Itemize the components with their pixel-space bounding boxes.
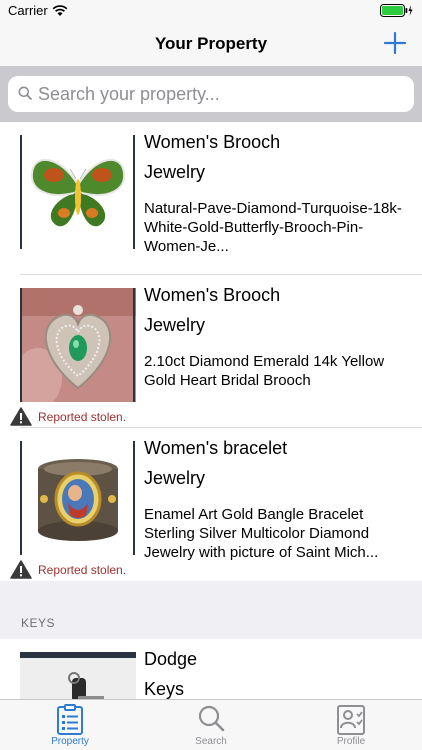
stolen-label: Reported stolen.	[38, 410, 127, 424]
item-description: Enamel Art Gold Bangle Bracelet Sterling…	[144, 506, 379, 561]
bangle-bracelet-image	[20, 441, 136, 555]
add-property-button[interactable]	[382, 30, 408, 56]
section-title: KEYS	[21, 616, 56, 630]
property-row[interactable]: Women's Brooch Jewelry Natural-Pave-Diam…	[0, 122, 422, 275]
item-title: Women's Brooch	[144, 132, 281, 152]
thumbnail-border-right	[133, 441, 135, 555]
tab-label: Property	[51, 736, 89, 747]
item-title: Dodge	[144, 649, 198, 669]
thumbnail-border-left	[20, 135, 22, 249]
carrier-label: Carrier	[8, 3, 48, 18]
tab-label: Profile	[336, 736, 366, 747]
butterfly-brooch-image	[20, 135, 136, 249]
search-field-container[interactable]	[8, 76, 414, 112]
item-category: Jewelry	[144, 315, 206, 335]
item-category: Keys	[144, 679, 185, 699]
thumbnail-border-right	[133, 288, 135, 402]
item-category: Jewelry	[144, 468, 206, 488]
thumbnail-border-left	[20, 441, 22, 555]
tab-profile[interactable]: Profile	[281, 700, 421, 750]
property-row[interactable]: Women's Brooch Jewelry 2.10ct Diamond Em…	[0, 275, 422, 428]
thumbnail-border-right	[133, 135, 135, 249]
battery-icon	[380, 4, 414, 22]
tab-label: Search	[195, 736, 227, 747]
tab-search[interactable]: Search	[141, 700, 281, 750]
page-title: Your Property	[154, 34, 268, 53]
status-bar: Carrier	[0, 0, 422, 22]
item-description: 2.10ct Diamond Emerald 14k Yellow Gold H…	[144, 353, 385, 389]
property-row[interactable]: Women's bracelet Jewelry Enamel Art Gold…	[0, 428, 422, 581]
search-bar	[0, 66, 422, 122]
plus-icon	[383, 31, 407, 55]
tab-bar: Property Search Profile	[0, 699, 422, 750]
item-title: Women's bracelet	[144, 438, 288, 458]
search-icon	[197, 704, 225, 739]
item-title: Women's Brooch	[144, 285, 281, 305]
property-list: Women's Brooch Jewelry Natural-Pave-Diam…	[0, 122, 422, 719]
navigation-bar: Your Property	[0, 22, 422, 66]
tab-property[interactable]: Property	[0, 700, 140, 750]
section-header-keys: KEYS	[0, 581, 422, 639]
thumbnail-border-left	[20, 288, 22, 402]
heart-brooch-image	[20, 288, 136, 402]
stolen-label: Reported stolen.	[38, 563, 127, 577]
item-category: Jewelry	[144, 162, 206, 182]
wifi-icon	[52, 4, 68, 22]
item-description: Natural-Pave-Diamond-Turquoise-18k-White…	[144, 200, 402, 255]
search-input[interactable]	[8, 76, 414, 112]
